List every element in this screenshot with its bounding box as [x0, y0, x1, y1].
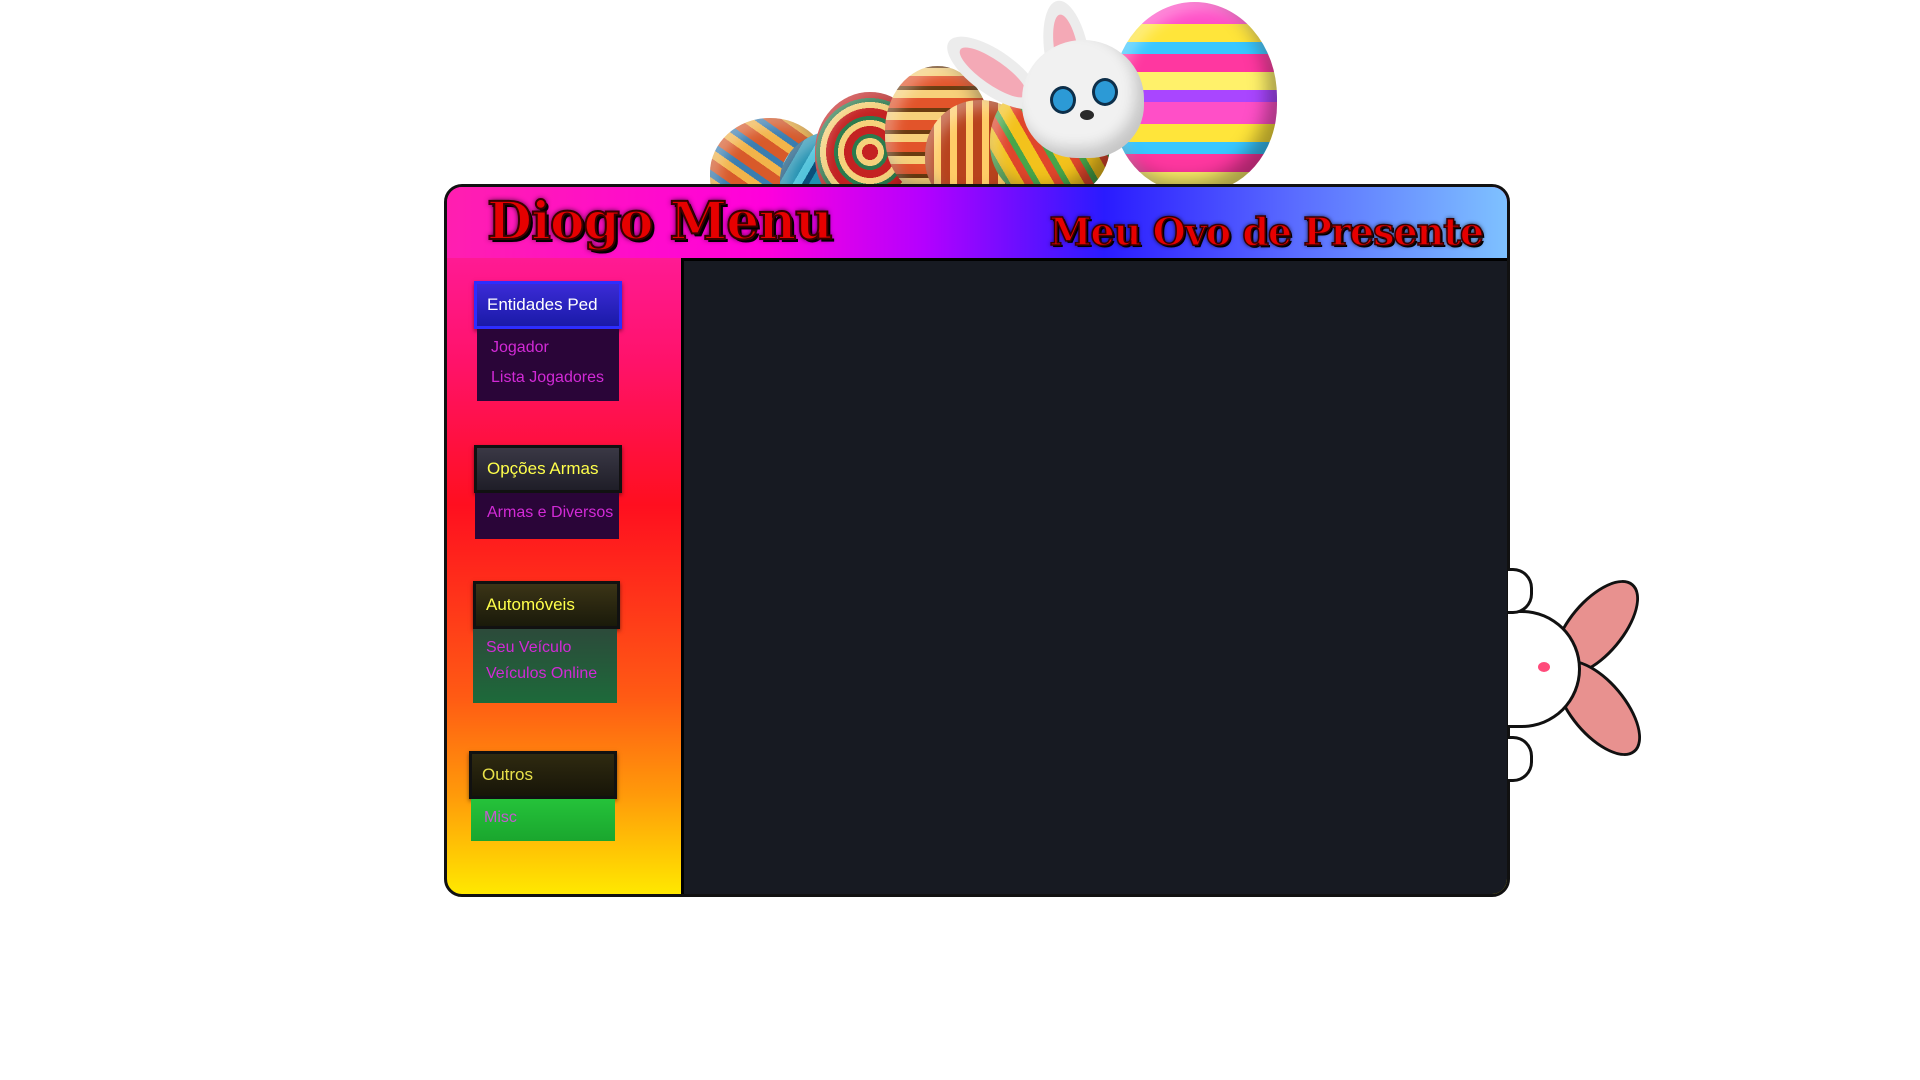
section-body-automoveis: Seu Veículo Veículos Online [473, 629, 617, 703]
menu-header: Diogo Menu Meu Ovo de Presente [447, 187, 1507, 258]
content-panel [681, 258, 1507, 894]
peeking-bunny-icon [1508, 530, 1748, 810]
section-body-opcoes-armas: Armas e Diversos [475, 493, 619, 539]
menu-subtitle: Meu Ovo de Presente [1049, 208, 1485, 255]
section-header-opcoes-armas[interactable]: Opções Armas [474, 445, 622, 493]
section-body-entidades-ped: Jogador Lista Jogadores [477, 329, 619, 401]
section-header-outros[interactable]: Outros [469, 751, 617, 799]
menu-item-seu-veiculo[interactable]: Seu Veículo [486, 639, 571, 657]
menu-item-jogador[interactable]: Jogador [491, 339, 549, 357]
menu-item-lista-jogadores[interactable]: Lista Jogadores [491, 369, 604, 387]
section-header-entidades-ped[interactable]: Entidades Ped [474, 281, 622, 329]
section-header-automoveis[interactable]: Automóveis [473, 581, 620, 629]
menu-item-veiculos-online[interactable]: Veículos Online [486, 665, 597, 683]
menu-item-armas-e-diversos[interactable]: Armas e Diversos [487, 504, 613, 522]
easter-bunny-with-eggs-icon [700, 0, 1280, 188]
menu-title: Diogo Menu [486, 190, 834, 253]
menu-window: Diogo Menu Meu Ovo de Presente Entidades… [444, 184, 1510, 897]
section-body-outros: Misc [471, 799, 615, 841]
menu-item-misc[interactable]: Misc [484, 809, 517, 827]
